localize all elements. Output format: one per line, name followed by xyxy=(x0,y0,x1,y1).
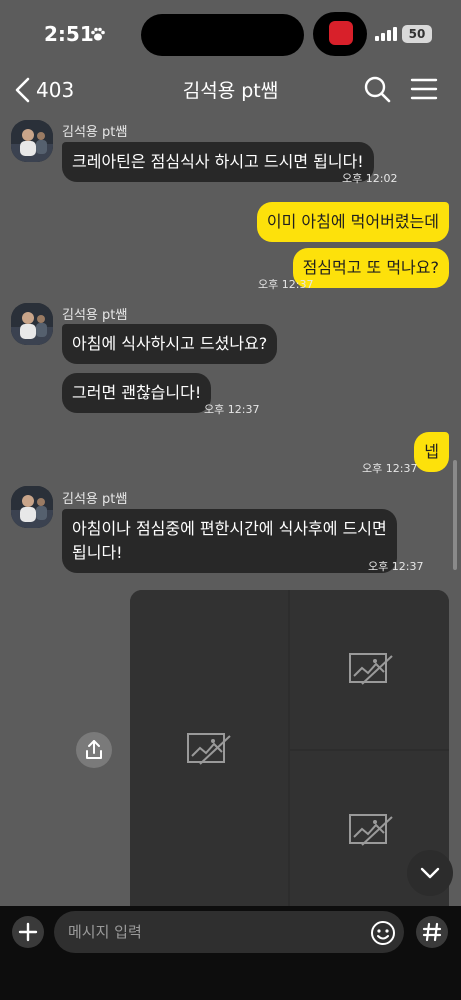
message-input[interactable] xyxy=(54,911,404,953)
back-button[interactable]: 403 xyxy=(14,74,78,106)
broken-image-icon xyxy=(187,733,231,765)
scroll-to-bottom-button[interactable] xyxy=(407,850,453,896)
emoji-icon[interactable] xyxy=(370,920,396,946)
image-thumbnail[interactable] xyxy=(290,590,449,749)
share-icon xyxy=(86,740,102,759)
scrollbar[interactable] xyxy=(453,460,457,570)
broken-image-icon xyxy=(349,653,393,685)
message-bubble[interactable]: 이미 아침에 먹어버렸는데 xyxy=(256,202,449,242)
message-time: 오후 12:37 xyxy=(258,278,314,291)
message-time: 오후 12:02 xyxy=(342,172,398,185)
status-time: 2:51 xyxy=(44,22,94,46)
battery-indicator: 50 xyxy=(402,25,432,43)
screen-record-indicator xyxy=(313,12,367,56)
profile-photo xyxy=(11,120,53,162)
record-icon xyxy=(329,21,353,45)
paw-icon xyxy=(91,27,105,41)
signal-icon xyxy=(375,27,397,41)
message-time: 오후 12:37 xyxy=(204,403,260,416)
plus-icon xyxy=(18,922,38,942)
dynamic-island xyxy=(141,14,304,56)
message-bubble[interactable]: 아침에 식사하시고 드셨나요? xyxy=(62,324,278,364)
message-time: 오후 12:37 xyxy=(362,462,418,475)
sender-name: 김석용 pt쌤 xyxy=(62,308,128,323)
message-line: 됩니다! xyxy=(72,543,123,562)
avatar[interactable] xyxy=(11,486,53,528)
status-bar: 2:51 50 xyxy=(0,0,461,64)
message-bubble[interactable]: 그러면 괜찮습니다! xyxy=(62,373,212,413)
share-button[interactable] xyxy=(76,732,112,768)
chevron-down-icon xyxy=(420,867,440,879)
message-bubble[interactable]: 아침이나 점심중에 편한시간에 식사후에 드시면 됩니다! xyxy=(62,509,397,573)
message-bubble[interactable]: 크레아틴은 점심식사 하시고 드시면 됩니다! xyxy=(62,142,374,182)
sender-name: 김석용 pt쌤 xyxy=(62,125,128,140)
hashtag-button[interactable] xyxy=(416,916,448,948)
hash-icon xyxy=(422,922,442,942)
attach-button[interactable] xyxy=(12,916,44,948)
message-bubble[interactable]: 넵 xyxy=(414,432,449,472)
message-time: 오후 12:37 xyxy=(368,560,424,573)
profile-photo xyxy=(11,303,53,345)
search-icon[interactable] xyxy=(362,74,392,104)
image-thumbnail[interactable] xyxy=(130,590,288,910)
hamburger-menu-icon[interactable] xyxy=(409,74,439,104)
message-bubble[interactable]: 점심먹고 또 먹나요? xyxy=(292,248,449,288)
chevron-left-icon xyxy=(15,77,30,103)
avatar[interactable] xyxy=(11,120,53,162)
message-input-bar xyxy=(0,906,461,1000)
chat-header: 403 김석용 pt쌤 xyxy=(0,64,461,116)
avatar[interactable] xyxy=(11,303,53,345)
broken-image-icon xyxy=(349,814,393,846)
image-album[interactable] xyxy=(130,590,449,910)
message-line: 아침이나 점심중에 편한시간에 식사후에 드시면 xyxy=(72,519,387,538)
unread-count: 403 xyxy=(36,78,75,102)
sender-name: 김석용 pt쌤 xyxy=(62,492,128,507)
profile-photo xyxy=(11,486,53,528)
